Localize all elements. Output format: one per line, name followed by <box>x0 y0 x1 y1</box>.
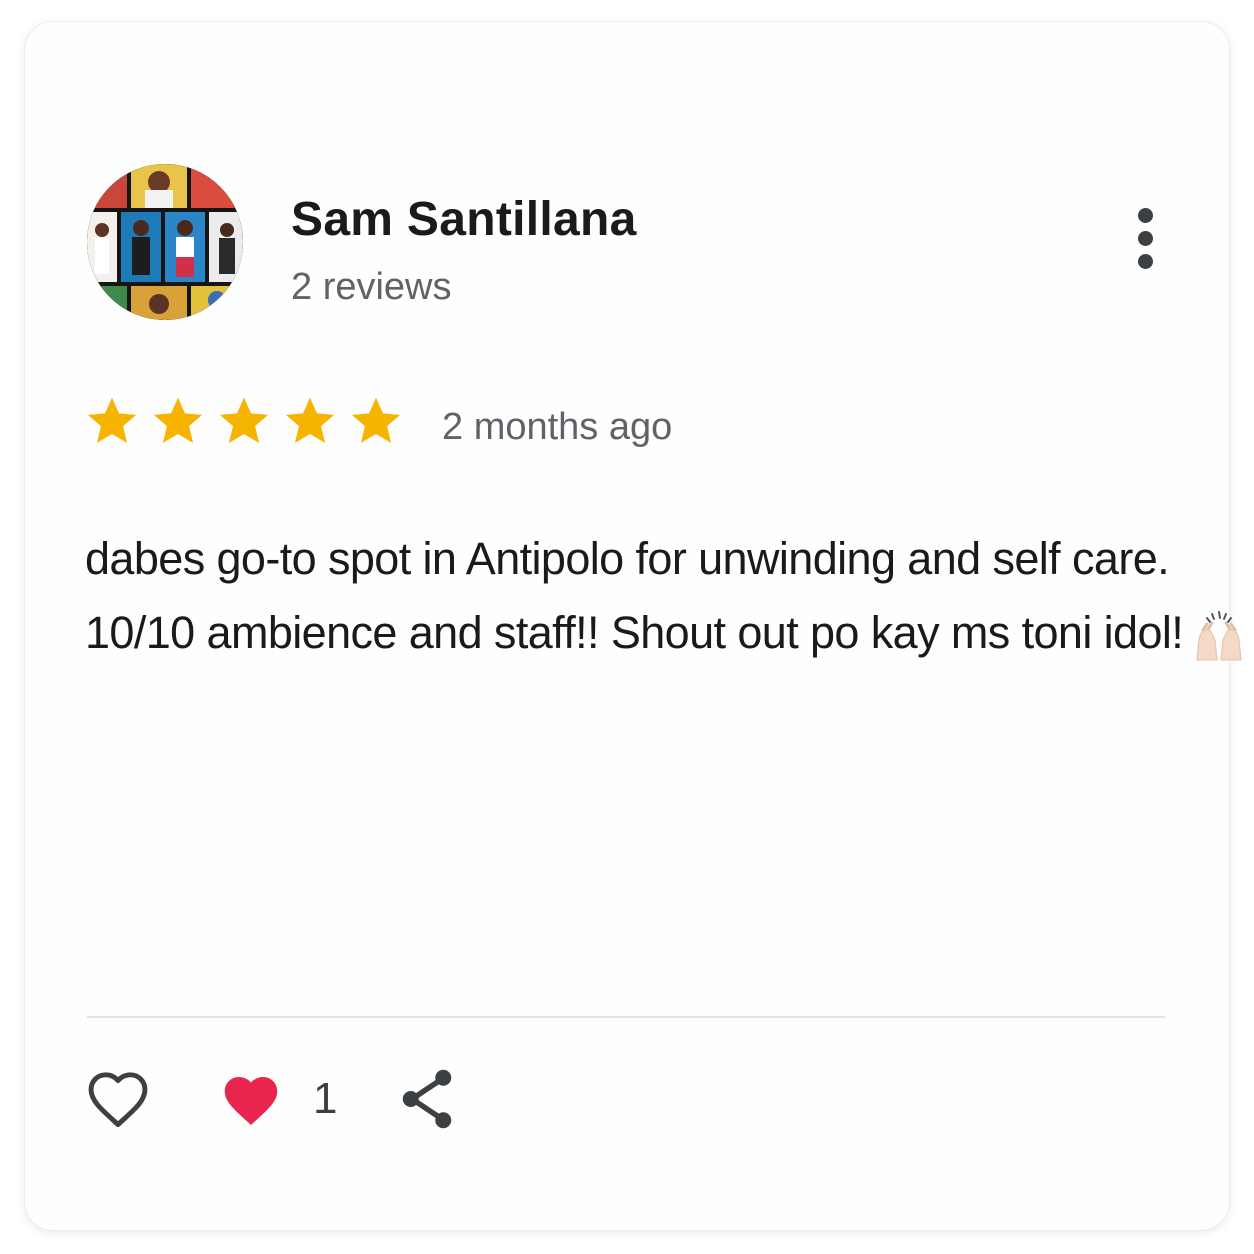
star-rating <box>85 394 415 454</box>
star-icon <box>153 397 203 444</box>
star-icon <box>87 397 137 444</box>
love-reaction-button[interactable] <box>221 1072 281 1128</box>
more-vertical-icon <box>1138 208 1153 223</box>
share-button[interactable] <box>397 1066 457 1132</box>
heart-filled-icon <box>224 1077 278 1125</box>
heart-outline-icon <box>88 1072 148 1128</box>
star-icon <box>285 397 335 444</box>
review-body: dabes go-to spot in Antipolo for unwindi… <box>85 522 1242 670</box>
love-count: 1 <box>313 1074 338 1123</box>
avatar[interactable] <box>87 164 243 320</box>
review-card: Sam Santillana 2 reviews 2 months ago da… <box>25 22 1242 1230</box>
share-icon <box>402 1069 452 1129</box>
review-date: 2 months ago <box>442 406 673 448</box>
profile-photo-collage-icon <box>87 164 243 320</box>
like-button[interactable] <box>85 1068 151 1130</box>
reviewer-name[interactable]: Sam Santillana <box>291 192 637 247</box>
raising-hands-emoji-icon <box>1196 611 1242 661</box>
star-icon <box>351 397 401 444</box>
divider <box>87 1016 1165 1018</box>
more-options-button[interactable] <box>1123 204 1169 274</box>
review-line: 10/10 ambience and staff!! Shout out po … <box>85 596 1242 670</box>
star-icon <box>219 397 269 444</box>
review-count[interactable]: 2 reviews <box>291 266 452 309</box>
review-line: dabes go-to spot in Antipolo for unwindi… <box>85 533 1170 584</box>
